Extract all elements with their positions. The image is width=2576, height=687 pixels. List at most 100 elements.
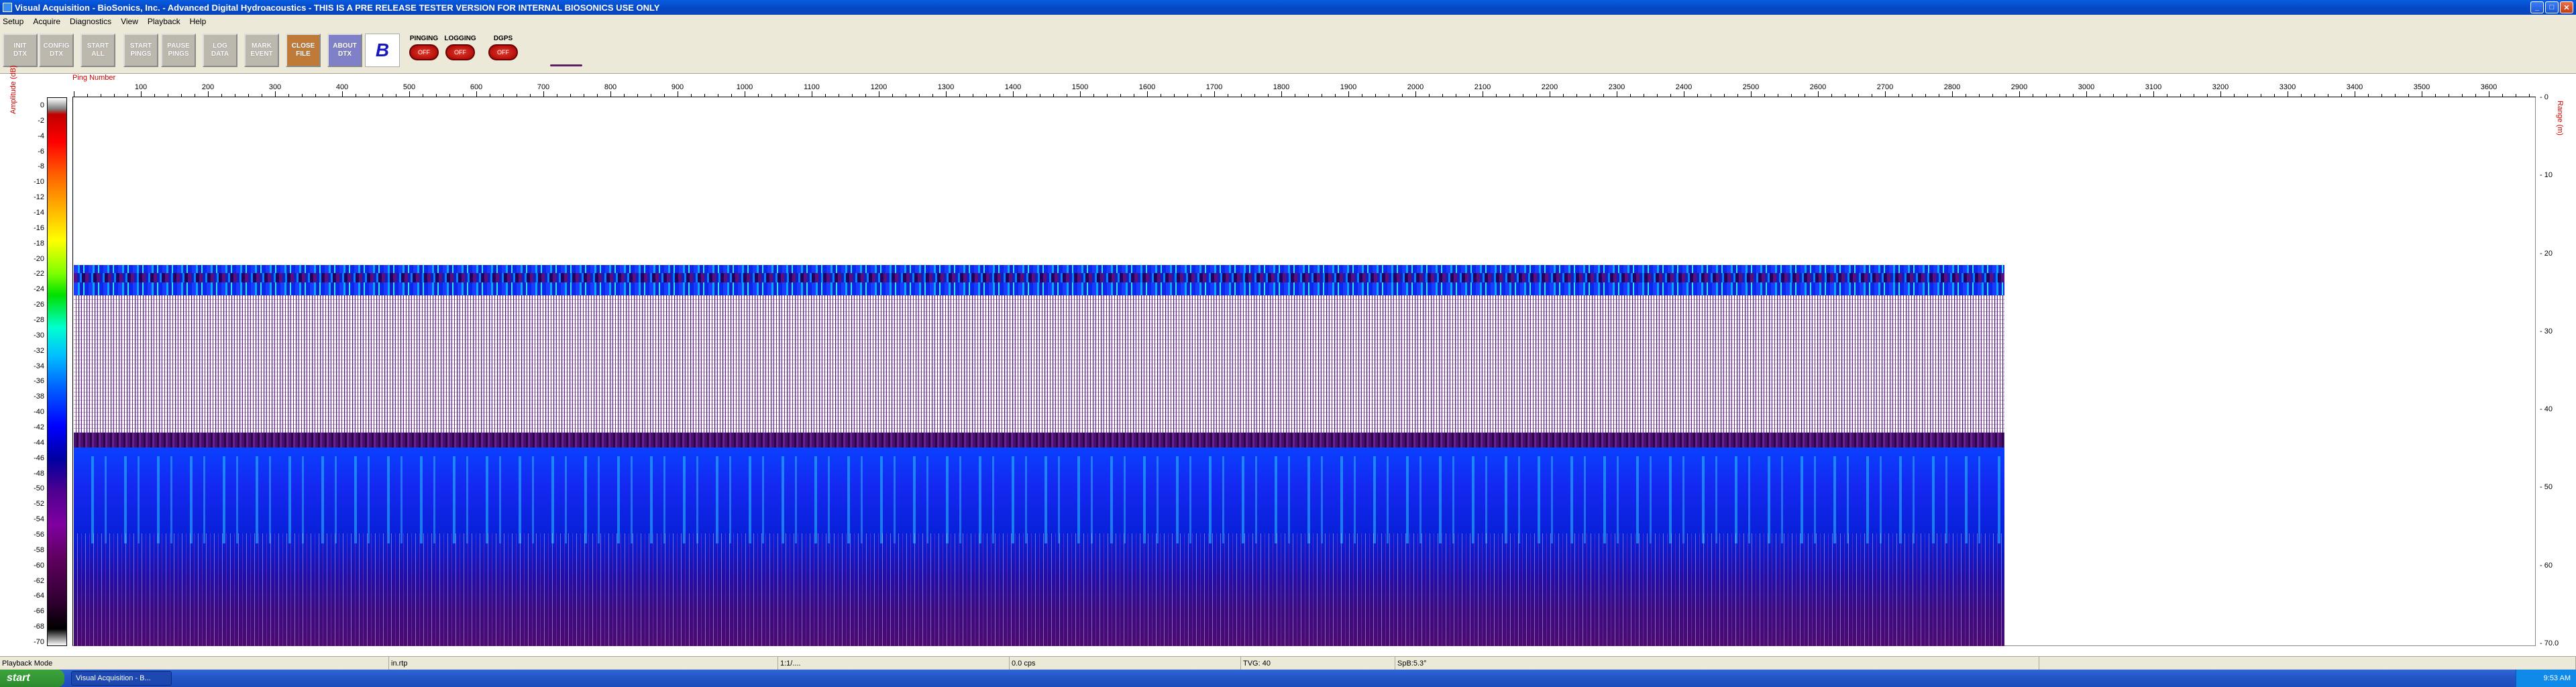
ping-axis-tick-label: 1100 — [804, 83, 820, 91]
amplitude-tick-label: -58 — [34, 545, 44, 554]
mark-event-button[interactable]: MARK EVENT — [244, 34, 279, 67]
ping-axis-tick-label: 3500 — [2413, 83, 2430, 91]
minimize-button[interactable]: _ — [2530, 1, 2544, 13]
ping-axis-tick — [1509, 94, 1510, 97]
ping-axis-tick — [691, 94, 692, 97]
range-tick-label: - 0 — [2540, 93, 2548, 101]
ping-axis-tick-label: 100 — [134, 83, 148, 91]
menu-setup[interactable]: Setup — [3, 17, 23, 26]
ping-axis-tick — [1697, 94, 1698, 97]
close-button[interactable]: ✕ — [2560, 1, 2573, 13]
init-dtx-button[interactable]: INIT DTX — [3, 34, 38, 67]
ping-axis-tick — [731, 94, 732, 97]
range-tick-label: - 30 — [2540, 327, 2553, 335]
amplitude-tick-label: -22 — [34, 270, 44, 278]
pause-pings-button[interactable]: PAUSE PINGS — [161, 34, 196, 67]
maximize-button[interactable]: □ — [2545, 1, 2559, 13]
ping-axis-tick-label: 3300 — [2279, 83, 2296, 91]
water-column — [74, 97, 2004, 265]
deep-layer-streaks — [74, 456, 2004, 543]
amplitude-tick-label: -4 — [38, 131, 44, 140]
menu-diagnostics[interactable]: Diagnostics — [70, 17, 111, 26]
ping-axis-tick — [2529, 94, 2530, 97]
amplitude-colorbar — [47, 97, 67, 646]
ping-axis-tick-label: 900 — [671, 83, 684, 91]
ping-axis-tick — [114, 94, 115, 97]
ping-axis-tick — [2314, 94, 2315, 97]
dgps-indicator[interactable]: DGPS OFF — [486, 34, 521, 67]
amplitude-axis-label: Amplitude (dB) — [9, 65, 17, 114]
menu-playback[interactable]: Playback — [148, 17, 180, 26]
amplitude-tick-label: -32 — [34, 346, 44, 355]
amplitude-tick-label: -16 — [34, 223, 44, 232]
amplitude-tick-label: -56 — [34, 531, 44, 539]
ping-axis-tick — [1375, 94, 1376, 97]
status-beam: SpB:5.3° — [1395, 657, 2039, 670]
ping-axis-tick — [87, 94, 88, 97]
status-ping: 1:1/.... — [778, 657, 1010, 670]
ping-axis-tick — [1026, 94, 1027, 97]
ping-axis-tick — [2086, 91, 2087, 97]
ping-axis-tick — [543, 91, 544, 97]
ping-axis-tick — [2247, 94, 2248, 97]
ping-axis-tick-label: 1600 — [1138, 83, 1156, 91]
ping-axis-tick — [1952, 91, 1953, 97]
status-extra — [2039, 657, 2576, 670]
ping-axis-tick — [1751, 91, 1752, 97]
about-dtx-button[interactable]: ABOUT DTX — [327, 34, 362, 67]
ping-axis-tick-label: 2000 — [1407, 83, 1424, 91]
ping-axis: 100 200 300 400 500 600 700 800 900 1000 1100 1200 1… — [72, 79, 2536, 97]
amplitude-tick-label: -10 — [34, 178, 44, 187]
menu-acquire[interactable]: Acquire — [33, 17, 60, 26]
ping-axis-tick — [248, 94, 249, 97]
close-file-button[interactable]: CLOSE FILE — [286, 34, 321, 67]
ping-axis-tick — [436, 94, 437, 97]
ping-axis-tick — [1818, 91, 1819, 97]
ping-axis-tick — [1442, 94, 1443, 97]
bottom-interface — [74, 433, 2004, 447]
ping-axis-tick — [2059, 94, 2060, 97]
log-data-button[interactable]: LOG DATA — [203, 34, 237, 67]
ping-axis-tick — [1469, 94, 1470, 97]
config-dtx-button[interactable]: CONFIG DTX — [39, 34, 74, 67]
amplitude-tick-label: -34 — [34, 362, 44, 370]
ping-axis-tick-label: 3400 — [2346, 83, 2363, 91]
ping-axis-tick — [2368, 94, 2369, 97]
ping-axis-tick-label: 500 — [402, 83, 416, 91]
system-tray: 9:53 AM — [2516, 670, 2576, 687]
ping-axis-tick-label: 3100 — [2145, 83, 2162, 91]
ping-axis-tick — [597, 94, 598, 97]
amplitude-tick-label: -50 — [34, 484, 44, 493]
start-pings-button[interactable]: START PINGS — [123, 34, 158, 67]
ping-axis-tick — [1791, 94, 1792, 97]
ping-axis-tick-label: 2600 — [1809, 83, 1827, 91]
ping-axis-tick — [1912, 94, 1913, 97]
menu-view[interactable]: View — [121, 17, 138, 26]
ping-axis-tick — [1174, 94, 1175, 97]
ping-axis-tick-label: 400 — [335, 83, 349, 91]
ping-axis-tick — [1724, 94, 1725, 97]
ping-axis-tick-label: 3000 — [2078, 83, 2095, 91]
start-button[interactable]: start — [0, 670, 64, 687]
pinging-indicator[interactable]: PINGING OFF — [407, 34, 441, 67]
ping-axis-tick — [865, 94, 866, 97]
ping-axis-tick — [1831, 94, 1832, 97]
ping-axis-tick — [1992, 94, 1993, 97]
echogram-image[interactable] — [74, 97, 2004, 646]
ping-axis-tick-label: 3200 — [2212, 83, 2229, 91]
ping-axis-tick — [1630, 94, 1631, 97]
ping-axis-tick — [2019, 91, 2020, 97]
ping-axis-tick — [1885, 91, 1886, 97]
ping-axis-tick — [503, 94, 504, 97]
ping-axis-tick — [302, 94, 303, 97]
menu-help[interactable]: Help — [190, 17, 207, 26]
logging-indicator[interactable]: LOGGING OFF — [443, 34, 478, 67]
taskbar-item-visual-acquisition[interactable]: Visual Acquisition - B... — [71, 671, 172, 686]
ping-axis-tick — [1080, 91, 1081, 97]
range-tick-label: - 10 — [2540, 171, 2553, 180]
menu-bar: Setup Acquire Diagnostics View Playback … — [0, 15, 2576, 28]
amplitude-tick-label: -60 — [34, 561, 44, 570]
amplitude-tick-label: -48 — [34, 469, 44, 478]
ping-axis-tick — [1536, 94, 1537, 97]
start-all-button[interactable]: START ALL — [80, 34, 115, 67]
